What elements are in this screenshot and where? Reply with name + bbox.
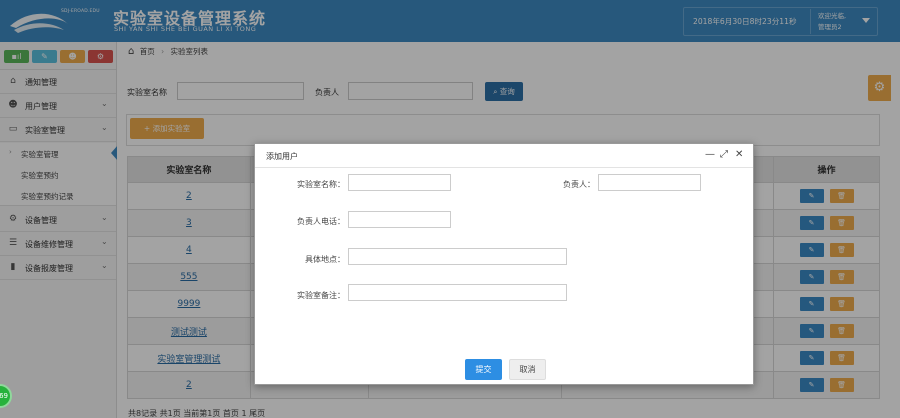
field-label-owner-phone: 负责人电话： <box>297 217 345 226</box>
owner-phone-input[interactable] <box>348 211 451 228</box>
dialog-title: 添加用户 <box>266 152 298 161</box>
maximize-icon[interactable]: ⤢ <box>720 149 728 161</box>
close-icon[interactable]: ✕ <box>735 149 743 161</box>
add-user-dialog: 添加用户 — ⤢ ✕ 实验室名称： 负责人： 负责人电话： 具体地点： 实验室备… <box>254 143 754 385</box>
submit-button[interactable]: 提交 <box>465 359 502 380</box>
owner-input[interactable] <box>598 174 701 191</box>
address-input[interactable] <box>348 248 567 265</box>
field-label-owner: 负责人： <box>563 180 595 189</box>
field-label-address: 具体地点： <box>305 255 345 264</box>
lab-name-input[interactable] <box>348 174 451 191</box>
minimize-icon[interactable]: — <box>705 149 715 161</box>
field-label-lab-name: 实验室名称： <box>297 180 345 189</box>
note-input[interactable] <box>348 284 567 301</box>
cancel-button[interactable]: 取消 <box>509 359 546 380</box>
dialog-header: 添加用户 — ⤢ ✕ <box>255 144 753 168</box>
field-label-note: 实验室备注： <box>297 291 345 300</box>
